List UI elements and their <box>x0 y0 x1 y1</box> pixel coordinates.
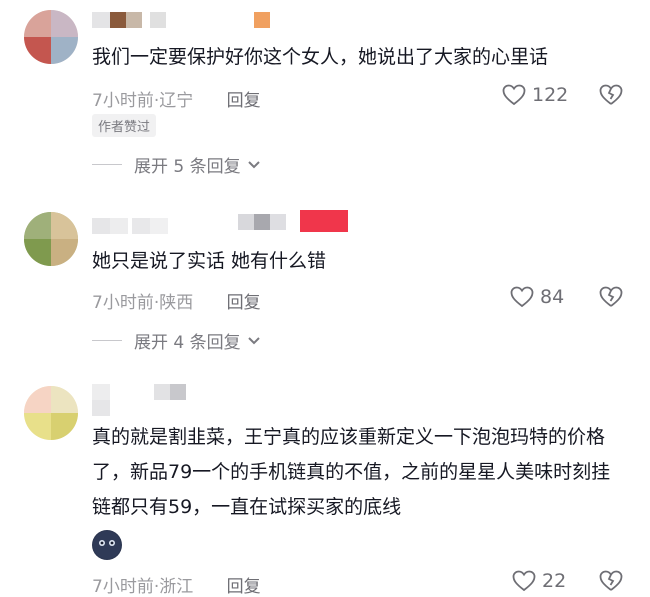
avatar[interactable] <box>24 212 78 266</box>
comment-time: 7小时前 <box>92 577 154 597</box>
reply-button[interactable]: 回复 <box>227 91 261 111</box>
author-liked-badge: 作者赞过 <box>92 114 157 137</box>
comment-text: 我们一定要保护好你这个女人，她说出了大家的心里话 <box>92 46 549 68</box>
username-blurred[interactable] <box>92 12 166 28</box>
dislike-button[interactable] <box>598 84 624 110</box>
expand-replies-button[interactable]: 展开 4 条回复 <box>92 328 261 353</box>
comment-location: 辽宁 <box>159 91 194 111</box>
chevron-down-icon <box>247 336 260 344</box>
comment-meta: 7小时前·浙江 回复 <box>92 577 261 597</box>
dislike-button[interactable] <box>598 570 624 596</box>
comment-meta: 7小时前·辽宁 回复 <box>92 91 261 111</box>
username-blurred[interactable] <box>92 384 186 400</box>
divider-line <box>92 340 122 341</box>
user-badge-blurred <box>254 12 270 28</box>
comment-time: 7小时前 <box>92 91 154 111</box>
reply-button[interactable]: 回复 <box>227 293 261 313</box>
comment-time: 7小时前 <box>92 293 154 313</box>
chevron-down-icon <box>247 160 260 168</box>
like-button[interactable]: 84 <box>510 286 564 308</box>
divider-line <box>92 164 122 165</box>
broken-heart-icon <box>599 84 623 105</box>
comment-location: 浙江 <box>159 577 194 597</box>
avatar[interactable] <box>24 10 78 64</box>
comment-meta: 7小时前·陕西 回复 <box>92 293 261 313</box>
dislike-button[interactable] <box>598 286 624 312</box>
comment-text: 真的就是割韭菜，王宁真的应该重新定义一下泡泡玛特的价格了，新品79一个的手机链真… <box>92 426 611 518</box>
like-button[interactable]: 122 <box>502 84 568 106</box>
expand-replies-button[interactable]: 展开 5 条回复 <box>92 152 261 177</box>
like-count: 122 <box>532 84 569 106</box>
broken-heart-icon <box>599 286 623 307</box>
reply-button[interactable]: 回复 <box>227 577 261 597</box>
username-blurred[interactable] <box>92 218 168 234</box>
like-count: 84 <box>540 286 565 308</box>
user-badge-blurred <box>238 214 286 230</box>
emoji-sticker <box>92 530 122 560</box>
user-badge-blurred <box>300 210 348 232</box>
heart-icon <box>502 84 526 106</box>
comment-text: 她只是说了实话 她有什么错 <box>92 250 327 272</box>
expand-replies-label: 展开 4 条回复 <box>134 333 241 353</box>
expand-replies-label: 展开 5 条回复 <box>134 157 241 177</box>
username-blurred <box>92 400 110 416</box>
comment-location: 陕西 <box>159 293 194 313</box>
avatar[interactable] <box>24 386 78 440</box>
heart-icon <box>510 286 534 308</box>
face-emoji-icon <box>93 531 121 559</box>
